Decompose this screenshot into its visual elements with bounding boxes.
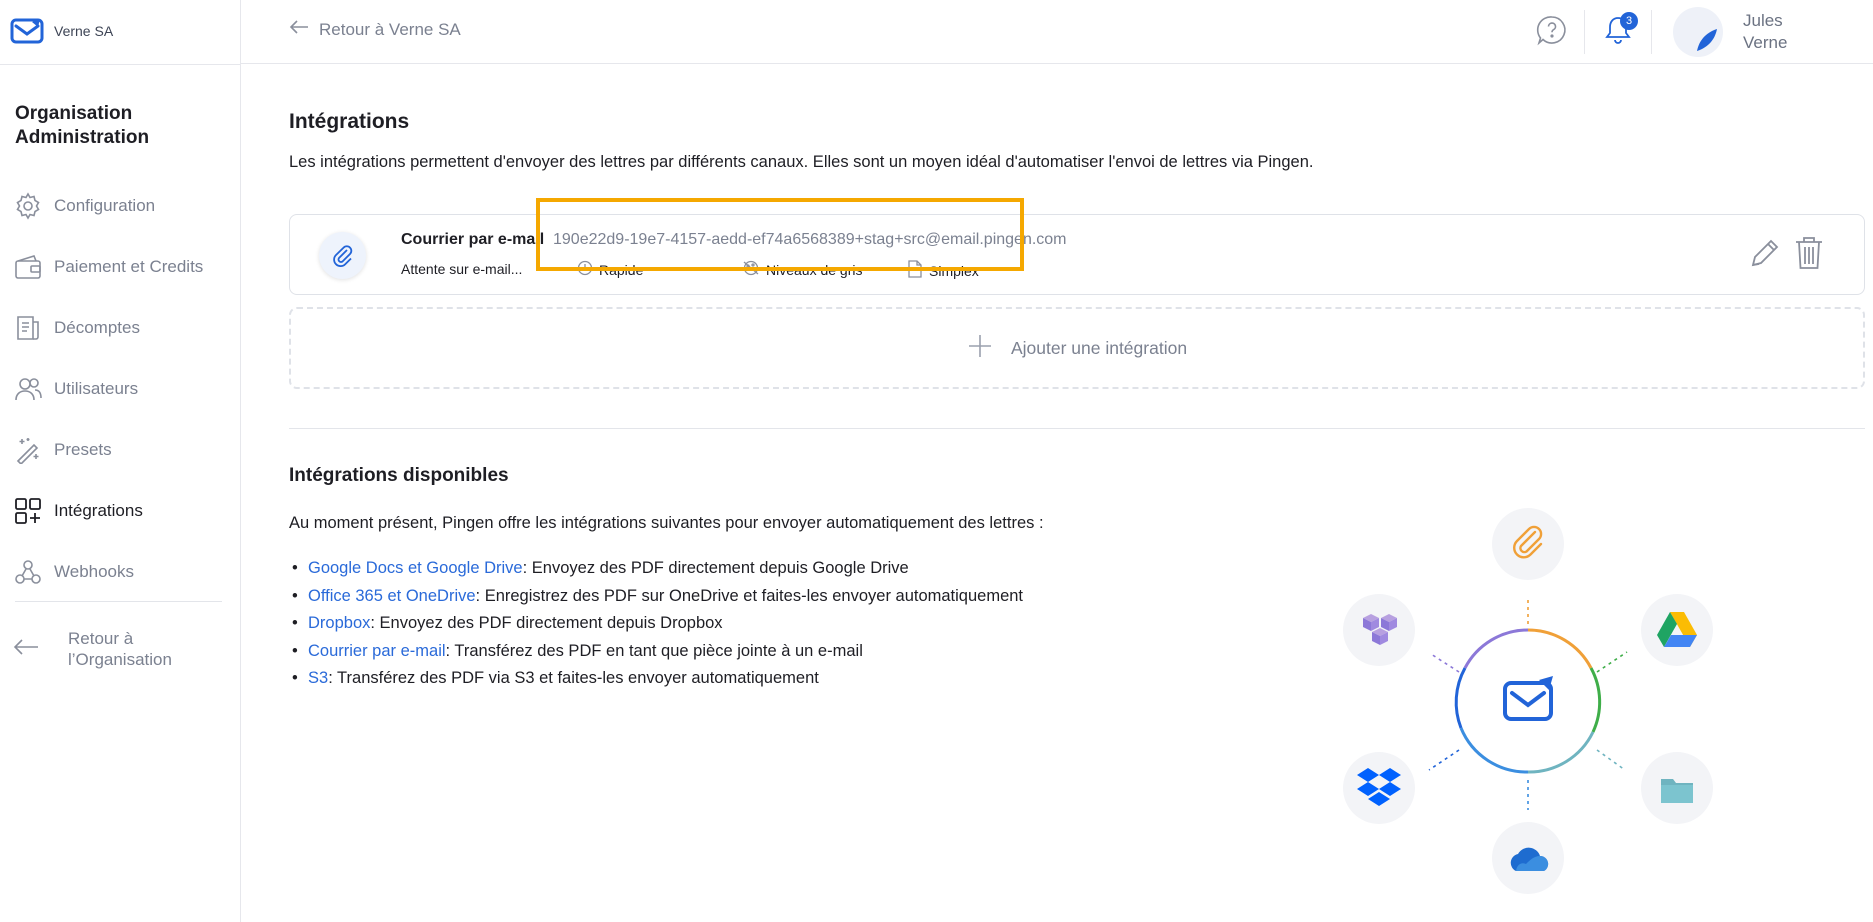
sidebar-item-webhooks[interactable]: Webhooks [0, 541, 241, 602]
sidebar-item-label: Décomptes [54, 317, 140, 337]
sidebar-item-decomptes[interactable]: Décomptes [0, 297, 241, 358]
tag-grayscale: Niveaux de gris [742, 260, 863, 279]
plus-icon [967, 333, 993, 364]
available-lead: Au moment présent, Pingen offre les inté… [289, 514, 1044, 532]
gear-icon [14, 191, 42, 220]
list-item-text: : Enregistrez des PDF sur OneDrive et fa… [475, 586, 1024, 605]
document-icon [907, 260, 923, 281]
integration-link-google[interactable]: Google Docs et Google Drive [308, 556, 523, 584]
sidebar-item-label: Intégrations [54, 500, 143, 520]
tag-label: Rapide [599, 261, 644, 278]
list-item: • Courrier par e-mail : Transférez des PD… [289, 639, 1023, 667]
paperclip-icon [319, 232, 366, 279]
sidebar-item-label: Presets [54, 439, 112, 459]
back-to-organisation-link[interactable]: Retour à l’Organisation [12, 628, 208, 670]
wallet-icon [14, 253, 42, 281]
magic-wand-icon [14, 436, 42, 464]
divider [289, 428, 1865, 429]
integration-status: Attente sur e-mail... [401, 261, 523, 277]
add-integration-button[interactable]: Ajouter une intégration [289, 307, 1865, 389]
list-item: • Dropbox : Envoyez des PDF directement d… [289, 611, 1023, 639]
page-title: Intégrations [289, 110, 410, 133]
page-intro: Les intégrations permettent d'envoyer de… [289, 153, 1314, 171]
integration-email[interactable]: 190e22d9-19e7-4157-aedd-ef74a6568389+sta… [549, 231, 1067, 249]
brand-name: Verne SA [54, 23, 114, 39]
notification-badge: 3 [1620, 12, 1638, 30]
back-link[interactable]: Retour à Verne SA [289, 19, 461, 40]
sidebar-item-utilisateurs[interactable]: Utilisateurs [0, 358, 241, 419]
edit-button[interactable] [1747, 235, 1783, 275]
webhook-icon [14, 558, 42, 586]
arrow-left-icon [12, 637, 40, 662]
sidebar-title: Organisation Administration [15, 103, 150, 148]
list-item-text: : Envoyez des PDF directement depuis Dro… [370, 614, 723, 632]
notifications-button[interactable]: 3 [1598, 12, 1638, 52]
tag-simplex: Simplex [907, 260, 979, 281]
clock-icon [577, 260, 593, 279]
list-item: • Office 365 et OneDrive : Enregistrez de… [289, 584, 1023, 612]
users-icon [14, 375, 42, 403]
divider [0, 64, 241, 65]
sidebar-item-paiement[interactable]: Paiement et Credits [0, 236, 241, 297]
invoice-icon [14, 314, 42, 342]
mail-logo-icon [10, 16, 44, 46]
sidebar-item-configuration[interactable]: Configuration [0, 175, 241, 236]
trash-icon [1793, 235, 1825, 276]
divider [1584, 10, 1585, 54]
integration-card[interactable]: Courrier par e-mail Attente sur e-mail..… [289, 198, 1865, 295]
sidebar-nav: Configuration Paiement et Credits Décomp… [0, 175, 241, 602]
sidebar: Verne SA Organisation Administration Con… [0, 0, 241, 922]
brand[interactable]: Verne SA [10, 14, 113, 48]
back-to-organisation-label: Retour à l’Organisation [68, 629, 172, 669]
tag-label: Niveaux de gris [766, 261, 863, 278]
available-title: Intégrations disponibles [289, 465, 509, 486]
user-menu[interactable]: Jules Verne [1673, 7, 1803, 57]
list-item-text: : Transférez des PDF via S3 et faites-le… [328, 669, 819, 687]
top-header: Retour à Verne SA 3 Jules Verne [241, 0, 1873, 64]
delete-button[interactable] [1792, 235, 1826, 275]
integration-link-email[interactable]: Courrier par e-mail [308, 639, 446, 667]
arrow-left-icon [289, 19, 309, 40]
tag-label: Simplex [929, 262, 979, 279]
pencil-icon [1748, 236, 1782, 275]
list-item: • Google Docs et Google Drive : Envoyez d… [289, 556, 1023, 584]
add-integration-label: Ajouter une intégration [1010, 337, 1188, 358]
divider [1651, 10, 1652, 54]
sidebar-item-presets[interactable]: Presets [0, 419, 241, 480]
sidebar-item-integrations[interactable]: Intégrations [0, 480, 241, 541]
tag-speed: Rapide [577, 260, 643, 279]
sidebar-item-label: Paiement et Credits [54, 256, 204, 276]
integration-title: Courrier par e-mail [401, 231, 545, 248]
list-item-text: : Transférez des PDF en tant que pièce j… [445, 641, 863, 660]
back-link-label: Retour à Verne SA [319, 19, 461, 39]
integrations-icon [14, 497, 42, 525]
list-item: • S3 : Transférez des PDF via S3 et faite… [289, 666, 1023, 694]
sidebar-item-label: Configuration [54, 195, 156, 215]
integrations-illustration [1343, 500, 1733, 900]
integration-link-office365[interactable]: Office 365 et OneDrive [308, 584, 476, 612]
divider [15, 601, 222, 602]
help-button[interactable] [1534, 14, 1570, 50]
user-name: Jules Verne [1743, 11, 1788, 52]
sidebar-item-label: Utilisateurs [54, 378, 139, 398]
help-icon [1536, 14, 1568, 51]
avatar [1673, 7, 1723, 57]
integration-link-dropbox[interactable]: Dropbox [308, 611, 370, 639]
sidebar-item-label: Webhooks [54, 561, 135, 581]
available-list: • Google Docs et Google Drive : Envoyez d… [289, 556, 1023, 694]
integration-link-s3[interactable]: S3 [308, 666, 328, 694]
list-item-text: : Envoyez des PDF directement depuis Goo… [522, 559, 909, 577]
palette-off-icon [742, 260, 760, 279]
